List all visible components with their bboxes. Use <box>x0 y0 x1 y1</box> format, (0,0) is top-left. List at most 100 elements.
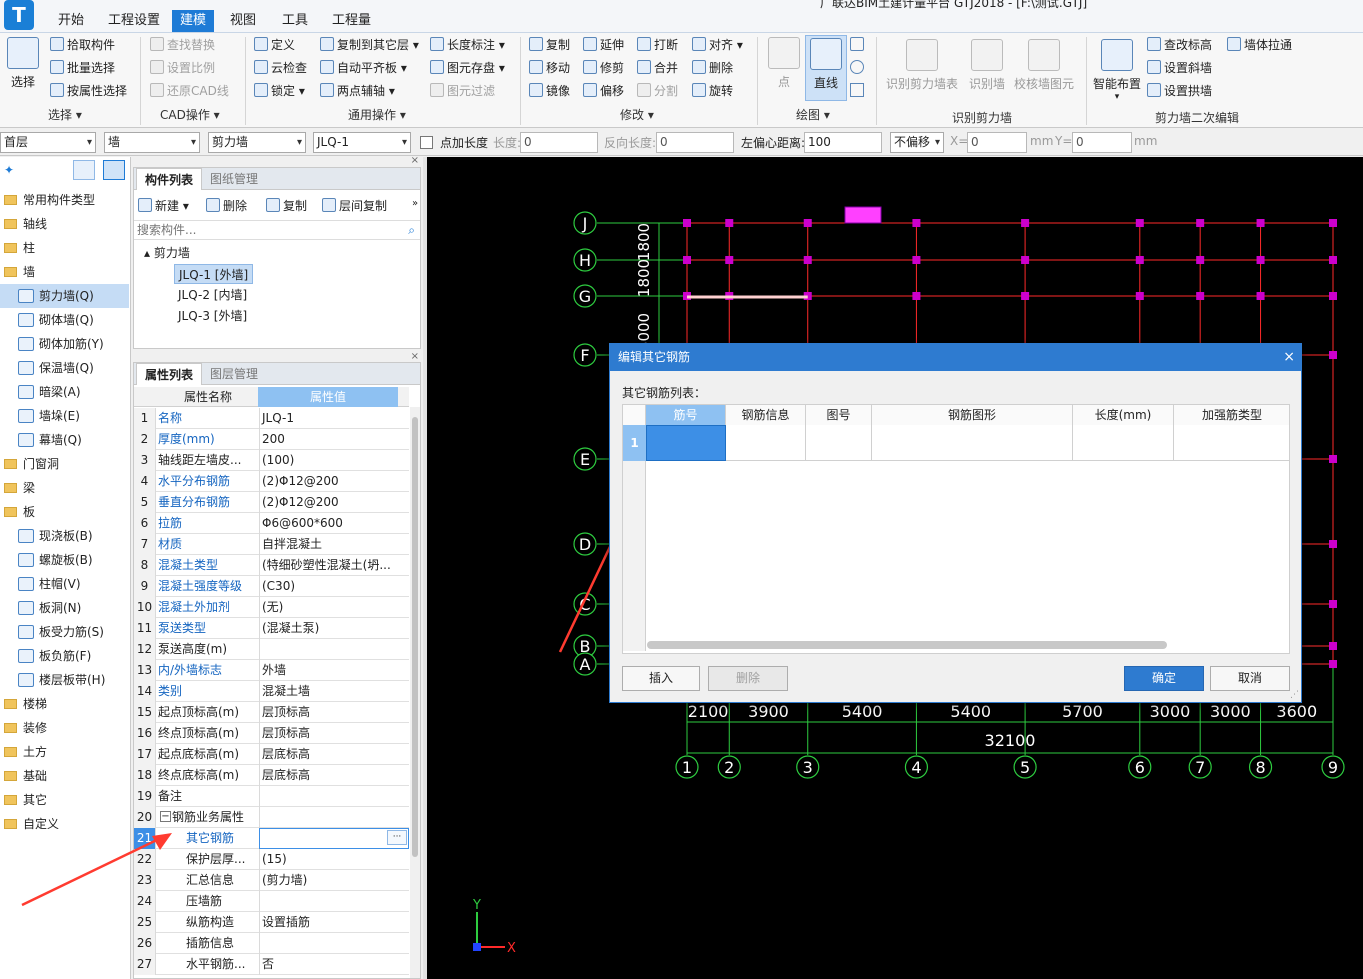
property-row[interactable]: 27 水平钢筋... 否 <box>134 954 409 975</box>
set-slope-wall-button[interactable]: 设置斜墙 <box>1147 58 1212 78</box>
lock-button[interactable]: 锁定 ▾ <box>254 81 305 101</box>
property-row[interactable]: 12 泵送高度(m) <box>134 639 409 660</box>
collapse-icon[interactable]: − <box>160 811 171 822</box>
element-filter-button[interactable]: 图元过滤 <box>430 81 495 101</box>
tree-item[interactable]: 装修 <box>0 716 129 740</box>
property-row[interactable]: 7 材质 自拌混凝土 <box>134 534 409 555</box>
property-row[interactable]: 13 内/外墙标志 外墙 <box>134 660 409 681</box>
tree-item[interactable]: 保温墙(Q) <box>0 356 129 380</box>
tree-item[interactable]: 轴线 <box>0 212 129 236</box>
property-row[interactable]: 16 终点顶标高(m) 层顶标高 <box>134 723 409 744</box>
property-row[interactable]: 2 厚度(mm) 200 <box>134 429 409 450</box>
app-logo[interactable]: T <box>4 0 34 30</box>
row-number[interactable]: 1 <box>623 425 646 461</box>
break-button[interactable]: 打断 <box>637 35 678 55</box>
property-value[interactable] <box>259 828 409 849</box>
property-row[interactable]: 3 轴线距左墙皮... (100) <box>134 450 409 471</box>
delete-component-button[interactable]: 删除 <box>206 196 247 216</box>
tree-item[interactable]: 砌体加筋(Y) <box>0 332 129 356</box>
wall-extend-button[interactable]: 墙体拉通 <box>1227 35 1292 55</box>
cell-figure-no[interactable] <box>806 425 872 461</box>
mirror-button[interactable]: 镜像 <box>529 81 570 101</box>
tree-item[interactable]: 土方 <box>0 740 129 764</box>
property-row[interactable]: 25 纵筋构造 设置插筋 <box>134 912 409 933</box>
arc-icon[interactable] <box>850 37 864 51</box>
line-draw-button[interactable]: 直线 <box>805 35 847 101</box>
property-value[interactable]: 自拌混凝土 <box>259 534 409 555</box>
reverse-length-input[interactable]: 0 <box>656 132 734 153</box>
tree-item[interactable]: 梁 <box>0 476 129 500</box>
property-value[interactable]: (100) <box>259 450 409 471</box>
tab-layer-management[interactable]: 图层管理 <box>202 363 266 385</box>
tab-property-list[interactable]: 属性列表 <box>136 363 203 385</box>
close-icon[interactable]: × <box>411 351 419 362</box>
tree-item[interactable]: 墙 <box>0 260 129 284</box>
split-button[interactable]: 分割 <box>637 81 678 101</box>
save-element-button[interactable]: 图元存盘 ▾ <box>430 58 505 78</box>
component-item[interactable]: JLQ-3 [外墙] <box>178 306 247 326</box>
length-dimension-button[interactable]: 长度标注 ▾ <box>430 35 505 55</box>
x-input[interactable]: 0 <box>967 132 1027 153</box>
property-row[interactable]: 11 泵送类型 (混凝土泵) <box>134 618 409 639</box>
group-label-draw[interactable]: 绘图 ▾ <box>796 106 830 123</box>
two-point-axis-button[interactable]: 两点辅轴 ▾ <box>320 81 395 101</box>
property-row[interactable]: 24 压墙筋 <box>134 891 409 912</box>
tab-component-list[interactable]: 构件列表 <box>136 168 203 190</box>
tree-item[interactable]: 暗梁(A) <box>0 380 129 404</box>
floor-select[interactable]: 首层 <box>0 132 96 153</box>
horizontal-scrollbar[interactable] <box>647 641 1167 649</box>
property-row[interactable]: 6 拉筋 Φ6@600*600 <box>134 513 409 534</box>
property-value[interactable]: 层底标高 <box>259 765 409 786</box>
property-row[interactable]: 19 备注 <box>134 786 409 807</box>
merge-button[interactable]: 合并 <box>637 58 678 78</box>
property-row[interactable]: 9 混凝土强度等级 (C30) <box>134 576 409 597</box>
cell-bar-no-input[interactable] <box>646 425 726 461</box>
property-value[interactable]: 200 <box>259 429 409 450</box>
copy-component-button[interactable]: 复制 <box>266 196 307 216</box>
group-label-general[interactable]: 通用操作 ▾ <box>348 106 406 123</box>
property-value[interactable]: (15) <box>259 849 409 870</box>
group-label-select[interactable]: 选择 ▾ <box>48 106 82 123</box>
insert-button[interactable]: 插入 <box>622 666 700 691</box>
group-label-cad[interactable]: CAD操作 ▾ <box>160 106 220 123</box>
property-value[interactable]: JLQ-1 <box>259 408 409 429</box>
tab-view[interactable]: 视图 <box>222 10 264 32</box>
tree-item[interactable]: 幕墙(Q) <box>0 428 129 452</box>
col-length[interactable]: 长度(mm) <box>1073 405 1174 425</box>
tree-root-shear-wall[interactable]: ▴ 剪力墙 <box>144 244 190 261</box>
property-row[interactable]: 8 混凝土类型 (特细砂塑性混凝土(坍... <box>134 555 409 576</box>
sparkle-icon[interactable]: ✦ <box>4 163 14 177</box>
property-value[interactable] <box>259 786 409 807</box>
rotate-button[interactable]: 旋转 <box>692 81 733 101</box>
property-value[interactable]: 设置插筋 <box>259 912 409 933</box>
component-item[interactable]: JLQ-1 [外墙] <box>174 264 254 284</box>
col-bar-no[interactable]: 筋号 <box>646 405 726 425</box>
set-arch-wall-button[interactable]: 设置拱墙 <box>1147 81 1212 101</box>
length-input[interactable]: 0 <box>520 132 598 153</box>
tab-tools[interactable]: 工具 <box>274 10 316 32</box>
tree-item[interactable]: 自定义 <box>0 812 129 836</box>
property-value[interactable]: (2)Φ12@200 <box>259 471 409 492</box>
tree-item[interactable]: 墙垛(E) <box>0 404 129 428</box>
property-value[interactable]: 层顶标高 <box>259 702 409 723</box>
property-row[interactable]: ··· 21 其它钢筋 <box>134 828 409 849</box>
offset-input[interactable]: 100 <box>804 132 882 153</box>
tree-item[interactable]: 砌体墙(Q) <box>0 308 129 332</box>
tab-start[interactable]: 开始 <box>50 10 92 32</box>
property-value[interactable] <box>259 807 409 828</box>
property-value[interactable]: (剪力墙) <box>259 870 409 891</box>
cell-rebar-info[interactable] <box>726 425 806 461</box>
type-select[interactable]: 剪力墙 <box>208 132 306 153</box>
component-select[interactable]: JLQ-1 <box>313 132 411 153</box>
cell-rebar-shape[interactable] <box>872 425 1073 461</box>
property-row[interactable]: 26 插筋信息 <box>134 933 409 954</box>
define-button[interactable]: 定义 <box>254 35 295 55</box>
component-item[interactable]: JLQ-2 [内墙] <box>178 285 247 305</box>
search-icon[interactable]: ⌕ <box>408 223 415 238</box>
tree-item[interactable]: 柱 <box>0 236 129 260</box>
col-rebar-info[interactable]: 钢筋信息 <box>726 405 806 425</box>
rectangle-icon[interactable] <box>850 83 864 97</box>
property-value[interactable]: 层顶标高 <box>259 723 409 744</box>
smart-layout-button[interactable]: 智能布置 ▾ <box>1090 39 1144 102</box>
property-value[interactable]: (混凝土泵) <box>259 618 409 639</box>
